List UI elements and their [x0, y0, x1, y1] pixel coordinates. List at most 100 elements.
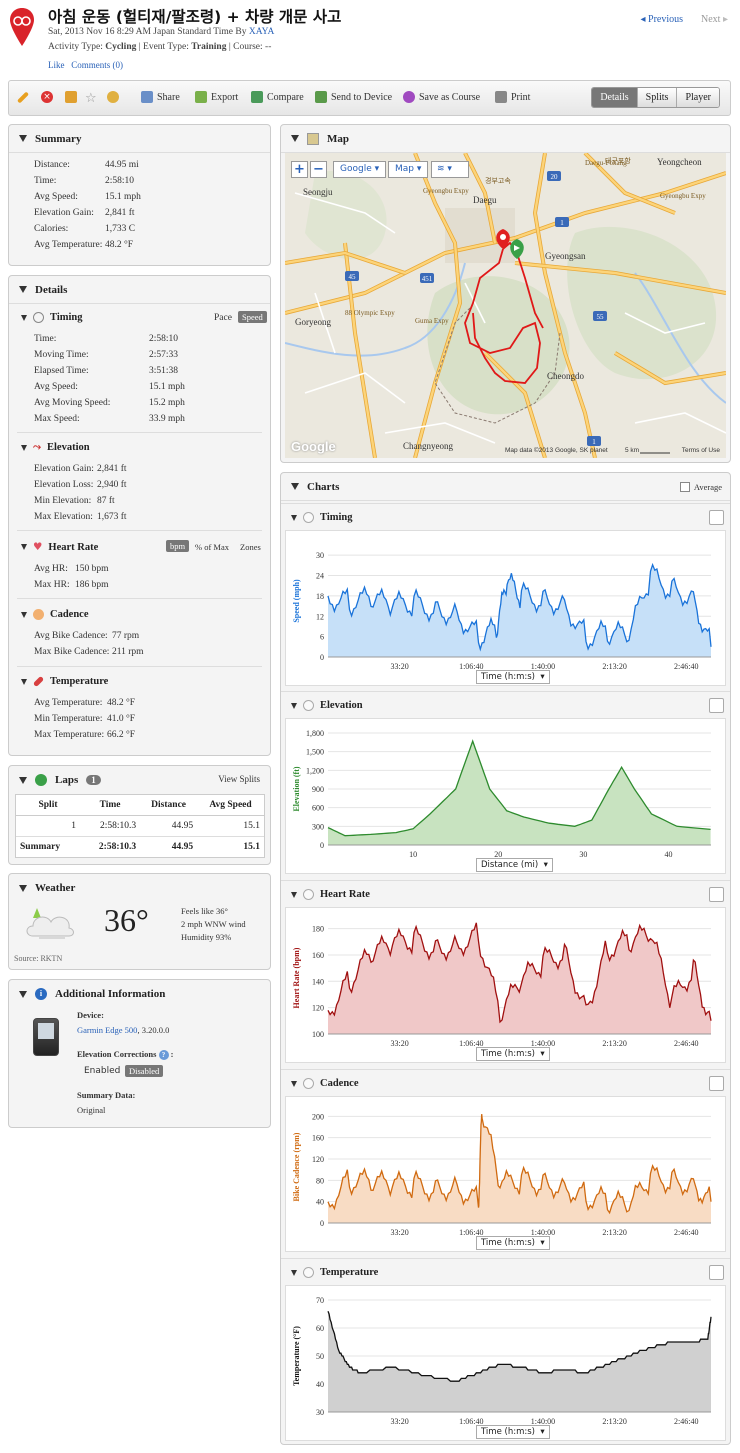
map-place-label: Daegu	[473, 195, 497, 205]
expand-chart-icon[interactable]	[709, 1265, 724, 1280]
x-tick-label: 2:13:20	[602, 1228, 626, 1237]
chart-plot-area[interactable]: 180 160 140 120 100 33:20 1:06:40 1:40:00 2:13:2…	[285, 907, 726, 1063]
event-type[interactable]: Training	[191, 42, 226, 52]
collapse-triangle-icon[interactable]	[291, 135, 299, 142]
comments-link[interactable]: Comments (0)	[71, 60, 123, 70]
badge-button[interactable]	[107, 91, 119, 103]
chart-plot-area[interactable]: 30 24 18 12 6 0 33:20 1:06:40 1:40:00 2:13:20 2:46…	[285, 530, 726, 686]
laps-row[interactable]: 1 2:58:10.3 44.95 15.1	[16, 815, 264, 837]
cadence-section-header[interactable]: Cadence	[21, 609, 89, 620]
next-arrow-icon[interactable]: ▸	[720, 14, 728, 25]
y-tick-label: 18	[316, 592, 324, 601]
chart-plot-area[interactable]: 1,800 1,500 1,200 900 600 300 0 10 20 30 40 Elevati…	[285, 718, 726, 874]
map-place-label: Gyeongsan	[545, 251, 586, 261]
tab-splits[interactable]: Splits	[636, 88, 677, 107]
collapse-triangle-icon[interactable]	[19, 990, 27, 998]
collapse-triangle-icon[interactable]	[19, 776, 27, 784]
activity-type[interactable]: Cycling	[105, 42, 136, 52]
device-link[interactable]: Garmin Edge 500	[77, 1025, 137, 1035]
x-axis-selector[interactable]: Time (h:m:s) ▾	[476, 1236, 550, 1250]
pace-toggle[interactable]: Pace	[214, 313, 232, 323]
x-axis-selector[interactable]: Time (h:m:s) ▾	[476, 670, 550, 684]
enabled-option[interactable]: Enabled	[84, 1066, 120, 1076]
collapse-triangle-icon[interactable]	[21, 314, 27, 321]
x-axis-selector[interactable]: Time (h:m:s) ▾	[476, 1425, 550, 1439]
activity-type-line: Activity Type: Cycling | Event Type: Tra…	[48, 42, 272, 52]
zoom-in-button[interactable]: +	[291, 161, 308, 178]
laps-title: Laps	[55, 774, 79, 786]
y-tick-label: 200	[312, 1112, 324, 1121]
pct-max-toggle[interactable]: % of Max	[195, 542, 229, 552]
save-as-course-button[interactable]: Save as Course	[403, 91, 480, 103]
laps-column-header[interactable]: Avg Speed	[197, 795, 264, 816]
chart-section-elevation: Elevation 1,800 1,500 1,200 900 600 300 0 10 20 30…	[281, 691, 730, 879]
timing-section-header[interactable]: Timing	[21, 312, 82, 323]
layers-dropdown[interactable]: ≋ ▾	[431, 161, 469, 178]
x-axis-selector[interactable]: Time (h:m:s) ▾	[476, 1047, 550, 1061]
x-axis-selector[interactable]: Distance (mi) ▾	[476, 858, 553, 872]
export-button[interactable]: Export	[195, 91, 238, 103]
collapse-triangle-icon[interactable]	[21, 678, 27, 685]
collapse-triangle-icon[interactable]	[291, 1269, 297, 1276]
temperature-section-header[interactable]: Temperature	[21, 675, 108, 688]
bpm-toggle[interactable]: bpm	[166, 540, 190, 552]
next-link[interactable]: Next	[701, 14, 720, 25]
terms-link[interactable]: Terms of Use	[682, 447, 720, 454]
laps-column-header[interactable]: Time	[80, 795, 141, 816]
collapse-triangle-icon[interactable]	[291, 891, 297, 898]
heart-rate-section-header[interactable]: ♥ Heart Rate	[21, 541, 98, 553]
laps-column-header[interactable]: Distance	[140, 795, 198, 816]
expand-chart-icon[interactable]	[709, 698, 724, 713]
favorite-button[interactable]: ☆	[85, 91, 97, 106]
collapse-triangle-icon[interactable]	[19, 286, 27, 293]
expand-chart-icon[interactable]	[709, 510, 724, 525]
svg-text:20: 20	[551, 173, 559, 181]
edit-button[interactable]	[16, 91, 30, 104]
collapse-triangle-icon[interactable]	[19, 884, 27, 892]
laps-cell: 15.1	[197, 815, 264, 837]
map-type-dropdown[interactable]: Map ▾	[388, 161, 429, 178]
chart-plot-area[interactable]: 70 60 50 40 30 33:20 1:06:40 1:40:00 2:13:20 2:46…	[285, 1285, 726, 1441]
collapse-triangle-icon[interactable]	[21, 444, 27, 451]
compare-button[interactable]: Compare	[251, 91, 304, 103]
cadence-label: Max Bike Cadence:	[34, 647, 110, 657]
collapse-triangle-icon[interactable]	[21, 544, 27, 550]
view-splits-link[interactable]: View Splits	[218, 774, 260, 784]
user-link[interactable]: XAYA	[249, 27, 275, 37]
chart-plot-area[interactable]: 200 160 120 80 40 0 33:20 1:06:40 1:40:00 2:13:20…	[285, 1096, 726, 1252]
delete-button[interactable]: ×	[41, 91, 53, 103]
map-canvas[interactable]: Seongju Daegu Gyeongsan Goryeong Cheongdo Cha…	[285, 153, 726, 458]
like-link[interactable]: Like	[48, 60, 65, 70]
collapse-triangle-icon[interactable]	[291, 702, 297, 709]
disabled-option[interactable]: Disabled	[125, 1065, 164, 1077]
series-area	[328, 922, 711, 1034]
previous-arrow-icon[interactable]: ◂	[640, 14, 648, 25]
collapse-triangle-icon[interactable]	[21, 611, 27, 618]
y-tick-label: 0	[320, 841, 324, 850]
expand-chart-icon[interactable]	[709, 887, 724, 902]
share-button[interactable]: Share	[141, 91, 180, 103]
tab-player[interactable]: Player	[676, 88, 719, 107]
average-checkbox[interactable]	[679, 482, 690, 492]
collapse-triangle-icon[interactable]	[291, 1080, 297, 1087]
expand-chart-icon[interactable]	[709, 1076, 724, 1091]
collapse-triangle-icon[interactable]	[19, 135, 27, 142]
elevation-corrections-label: Elevation Corrections ? :	[77, 1049, 174, 1060]
privacy-button[interactable]	[65, 91, 77, 103]
send-to-device-button[interactable]: Send to Device	[315, 91, 392, 103]
tab-details[interactable]: Details	[592, 88, 637, 107]
previous-link[interactable]: Previous	[648, 14, 683, 25]
average-toggle[interactable]: Average	[679, 482, 722, 492]
zoom-out-button[interactable]: −	[310, 161, 327, 178]
help-icon[interactable]: ?	[158, 1050, 169, 1060]
print-button[interactable]: Print	[495, 91, 530, 103]
map-view[interactable]: Seongju Daegu Gyeongsan Goryeong Cheongdo Cha…	[285, 153, 726, 458]
activity-title[interactable]: 아침 운동 (헐티재/팔조령) + 차량 개문 사고	[48, 5, 341, 27]
laps-column-header[interactable]: Split	[16, 795, 80, 816]
elevation-section-header[interactable]: ⤳ Elevation	[21, 442, 90, 453]
collapse-triangle-icon[interactable]	[291, 483, 299, 490]
speed-toggle[interactable]: Speed	[238, 311, 267, 323]
zones-toggle[interactable]: Zones	[240, 542, 261, 552]
collapse-triangle-icon[interactable]	[291, 514, 297, 521]
map-provider-dropdown[interactable]: Google ▾	[333, 161, 387, 178]
